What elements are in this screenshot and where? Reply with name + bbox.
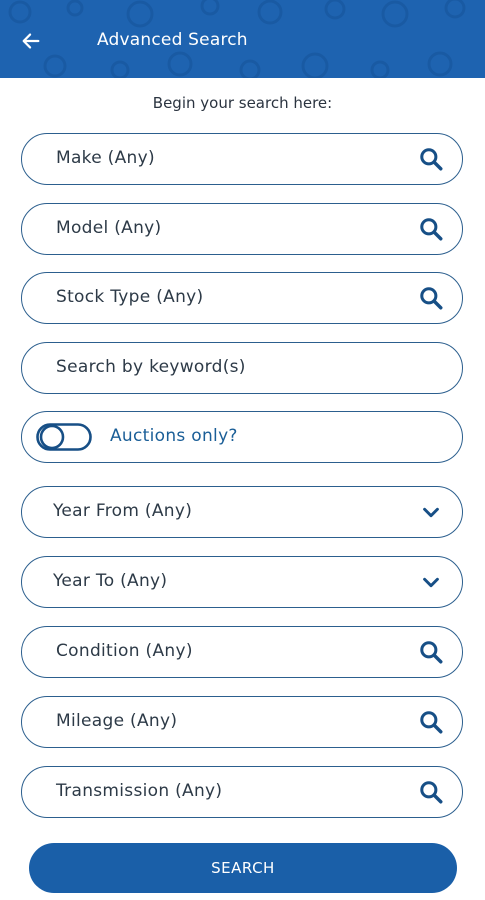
arrow-left-icon bbox=[22, 33, 40, 49]
transmission-label: Transmission (Any) bbox=[56, 781, 223, 801]
condition-search-button[interactable] bbox=[418, 639, 444, 665]
auctions-only-label: Auctions only? bbox=[110, 426, 238, 446]
transmission-field[interactable]: Transmission (Any) bbox=[21, 766, 463, 818]
search-icon bbox=[420, 148, 443, 171]
auctions-only-field: Auctions only? bbox=[21, 411, 463, 463]
make-field[interactable]: Make (Any) bbox=[21, 133, 463, 185]
stock-type-search-button[interactable] bbox=[418, 285, 444, 311]
back-button[interactable] bbox=[14, 24, 48, 58]
search-icon bbox=[420, 781, 443, 804]
year-from-label: Year From (Any) bbox=[53, 501, 193, 521]
mileage-field[interactable]: Mileage (Any) bbox=[21, 696, 463, 748]
mileage-label: Mileage (Any) bbox=[56, 711, 178, 731]
search-icon bbox=[420, 641, 443, 664]
model-field[interactable]: Model (Any) bbox=[21, 203, 463, 255]
model-label: Model (Any) bbox=[56, 218, 162, 238]
model-search-button[interactable] bbox=[418, 216, 444, 242]
condition-label: Condition (Any) bbox=[56, 641, 193, 661]
chevron-down-icon bbox=[423, 507, 439, 518]
stock-type-field[interactable]: Stock Type (Any) bbox=[21, 272, 463, 324]
search-icon bbox=[420, 287, 443, 310]
auctions-only-toggle[interactable] bbox=[36, 423, 92, 451]
year-to-label: Year To (Any) bbox=[53, 571, 168, 591]
make-search-button[interactable] bbox=[418, 146, 444, 172]
search-icon bbox=[420, 218, 443, 241]
page-title: Advanced Search bbox=[97, 30, 248, 50]
search-button[interactable]: SEARCH bbox=[29, 843, 457, 893]
year-to-select[interactable]: Year To (Any) bbox=[21, 556, 463, 608]
chevron-down-icon bbox=[423, 577, 439, 588]
year-to-dropdown-button[interactable] bbox=[418, 569, 444, 595]
year-from-select[interactable]: Year From (Any) bbox=[21, 486, 463, 538]
toggle-off-icon bbox=[36, 423, 92, 451]
app-bar: Advanced Search bbox=[0, 0, 485, 78]
year-from-dropdown-button[interactable] bbox=[418, 499, 444, 525]
mileage-search-button[interactable] bbox=[418, 709, 444, 735]
stock-type-label: Stock Type (Any) bbox=[56, 287, 204, 307]
transmission-search-button[interactable] bbox=[418, 779, 444, 805]
condition-field[interactable]: Condition (Any) bbox=[21, 626, 463, 678]
intro-text: Begin your search here: bbox=[152, 94, 333, 112]
keyword-search-input[interactable]: Search by keyword(s) bbox=[21, 342, 463, 394]
keyword-placeholder: Search by keyword(s) bbox=[56, 357, 246, 377]
make-label: Make (Any) bbox=[56, 148, 155, 168]
search-icon bbox=[420, 711, 443, 734]
